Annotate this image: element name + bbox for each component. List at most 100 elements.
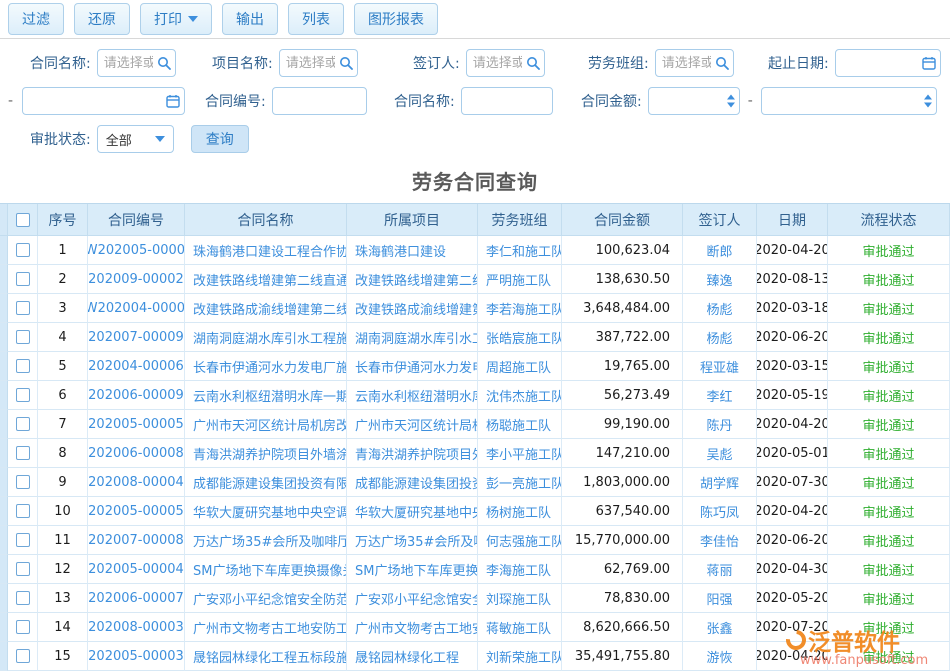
cell-contract-name: 珠海鹤港口建设工程合作协议 [185, 236, 347, 265]
row-checkbox[interactable] [16, 504, 30, 518]
cell-labor-team: 李海施工队 [478, 555, 562, 584]
query-button[interactable]: 查询 [191, 125, 249, 153]
list-view-button[interactable]: 列表 [288, 3, 344, 35]
row-checkbox[interactable] [16, 562, 30, 576]
cell-contract-name: 青海洪湖养护院项目外墙涂料 [185, 439, 347, 468]
row-checkbox[interactable] [16, 272, 30, 286]
cell-labor-team: 刘新荣施工队 [478, 642, 562, 671]
cell-project: 广州市天河区统计局机 [347, 410, 478, 439]
row-checkbox[interactable] [16, 388, 30, 402]
cell-contract-no[interactable]: 202005-00005 [88, 410, 185, 439]
cell-contract-no[interactable]: 202005-00004 [88, 555, 185, 584]
cell-amount: 35,491,755.80 [562, 642, 683, 671]
cell-labor-team: 李小平施工队 [478, 439, 562, 468]
cell-seq: 7 [38, 410, 88, 439]
filter-button-label: 过滤 [22, 9, 50, 29]
graph-report-button[interactable]: 图形报表 [354, 3, 438, 35]
cell-amount: 56,273.49 [562, 381, 683, 410]
cell-contract-no[interactable]: 202008-00003 [88, 613, 185, 642]
amount-max-input[interactable] [761, 87, 937, 115]
cell-contract-no[interactable]: 202006-00009 [88, 381, 185, 410]
left-strip [0, 410, 8, 439]
cell-contract-no[interactable]: 202007-00008 [88, 526, 185, 555]
contract-name2-label: 合同名称: [394, 91, 455, 111]
search-icon[interactable] [715, 56, 729, 70]
row-checkbox[interactable] [16, 359, 30, 373]
cell-signer: 胡学辉 [683, 468, 757, 497]
row-checkbox[interactable] [16, 649, 30, 663]
cell-status: 审批通过 [828, 294, 950, 323]
calendar-icon[interactable] [922, 56, 936, 70]
cell-contract-no[interactable]: LW202005-00006 [88, 236, 185, 265]
row-checkbox[interactable] [16, 301, 30, 315]
number-stepper-icon[interactable] [924, 95, 932, 108]
number-stepper-icon[interactable] [727, 95, 735, 108]
cell-status: 审批通过 [828, 497, 950, 526]
cell-date: 2020-07-20 [757, 613, 828, 642]
cell-checkbox [8, 381, 38, 410]
cell-contract-name: 华软大厦研究基地中央空调安 [185, 497, 347, 526]
title-bar: 劳务合同查询 [0, 157, 950, 203]
export-button[interactable]: 输出 [222, 3, 278, 35]
labor-team-filter: 劳务班组: [588, 49, 734, 77]
date-range-start-filter: 起止日期: [768, 49, 941, 77]
header-contract-no: 合同编号 [88, 204, 185, 236]
left-strip [0, 265, 8, 294]
cell-date: 2020-06-20 [757, 323, 828, 352]
cell-amount: 62,769.00 [562, 555, 683, 584]
cell-checkbox [8, 526, 38, 555]
row-checkbox[interactable] [16, 417, 30, 431]
cell-labor-team: 杨聪施工队 [478, 410, 562, 439]
cell-amount: 637,540.00 [562, 497, 683, 526]
search-icon[interactable] [526, 56, 540, 70]
cell-contract-no[interactable]: 202008-00004 [88, 468, 185, 497]
print-button[interactable]: 打印 [140, 3, 212, 35]
cell-contract-no[interactable]: 202005-00005 [88, 497, 185, 526]
cell-seq: 8 [38, 439, 88, 468]
table-row: 14 202008-00003 广州市文物考古工地安防工程 广州市文物考古工地安… [0, 613, 950, 642]
cell-date: 2020-06-20 [757, 526, 828, 555]
row-checkbox[interactable] [16, 330, 30, 344]
row-checkbox[interactable] [16, 446, 30, 460]
calendar-icon[interactable] [166, 94, 180, 108]
cell-contract-no[interactable]: 202009-00002 [88, 265, 185, 294]
cell-contract-no[interactable]: 202004-00006 [88, 352, 185, 381]
cell-status: 审批通过 [828, 584, 950, 613]
cell-seq: 2 [38, 265, 88, 294]
row-checkbox[interactable] [16, 620, 30, 634]
contract-name2-input[interactable] [461, 87, 553, 115]
project-name-label: 项目名称: [212, 53, 273, 73]
contract-no-input[interactable] [272, 87, 367, 115]
restore-button[interactable]: 还原 [74, 3, 130, 35]
cell-date: 2020-04-30 [757, 555, 828, 584]
cell-project: 改建铁路线增建第二线 [347, 265, 478, 294]
table-row: 1 LW202005-00006 珠海鹤港口建设工程合作协议 珠海鹤港口建设 李… [0, 236, 950, 265]
row-checkbox[interactable] [16, 243, 30, 257]
cell-project: 成都能源建设集团投资 [347, 468, 478, 497]
cell-contract-no[interactable]: 202006-00008 [88, 439, 185, 468]
cell-seq: 1 [38, 236, 88, 265]
cell-checkbox [8, 642, 38, 671]
cell-contract-no[interactable]: 202007-00009 [88, 323, 185, 352]
cell-date: 2020-04-20 [757, 410, 828, 439]
table-row: 15 202005-00003 晟铭园林绿化工程五标段施工 晟铭园林绿化工程 刘… [0, 642, 950, 671]
row-checkbox[interactable] [16, 591, 30, 605]
cell-amount: 99,190.00 [562, 410, 683, 439]
cell-labor-team: 蒋敏施工队 [478, 613, 562, 642]
filter-button[interactable]: 过滤 [8, 3, 64, 35]
cell-checkbox [8, 410, 38, 439]
search-icon[interactable] [157, 56, 171, 70]
cell-seq: 4 [38, 323, 88, 352]
cell-contract-no[interactable]: 202006-00007 [88, 584, 185, 613]
cell-labor-team: 严明施工队 [478, 265, 562, 294]
select-all-checkbox[interactable] [16, 213, 30, 227]
date-end-input[interactable] [22, 87, 185, 115]
row-checkbox[interactable] [16, 475, 30, 489]
table-row: 5 202004-00006 长春市伊通河水力发电厂施工 长春市伊通河水力发电 … [0, 352, 950, 381]
cell-contract-no[interactable]: LW202004-00007 [88, 294, 185, 323]
cell-status: 审批通过 [828, 352, 950, 381]
row-checkbox[interactable] [16, 533, 30, 547]
approval-status-select[interactable]: 全部 [97, 125, 174, 153]
cell-contract-no[interactable]: 202005-00003 [88, 642, 185, 671]
search-icon[interactable] [339, 56, 353, 70]
